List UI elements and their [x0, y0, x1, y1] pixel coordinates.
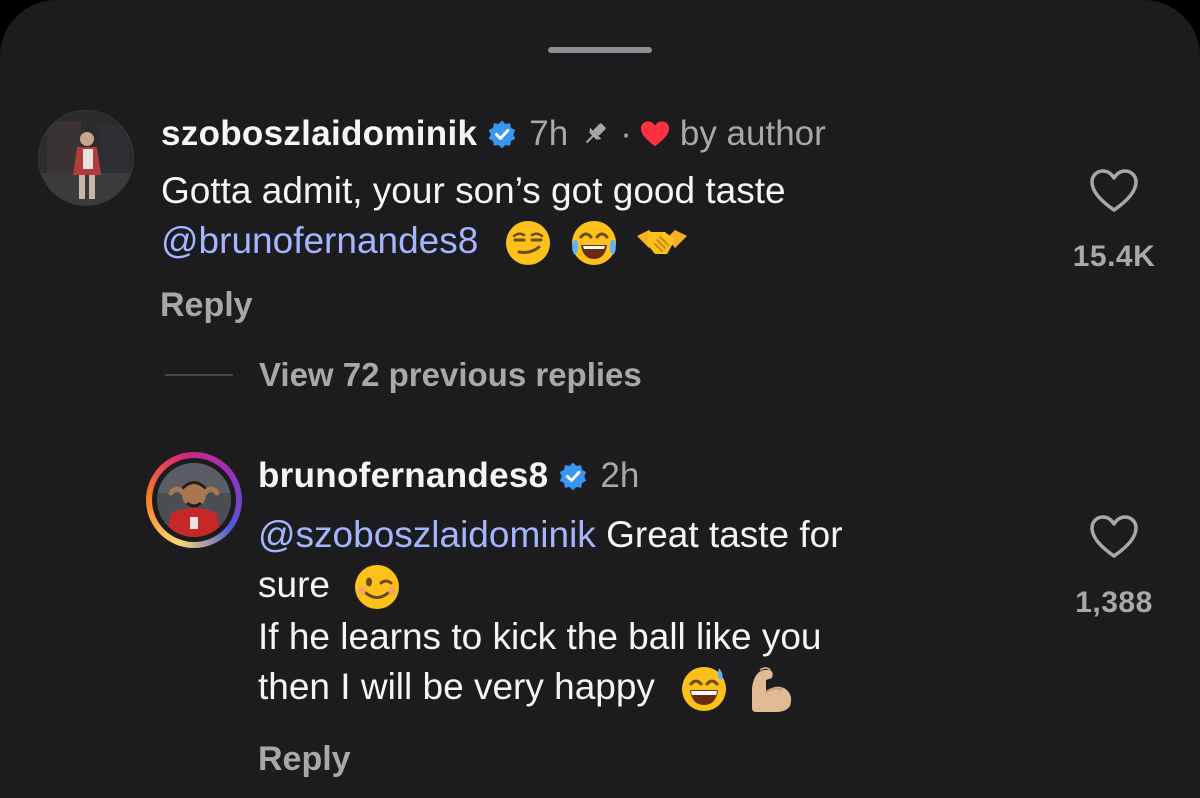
comment-text-line: @szoboszlaidominik Great taste for [258, 510, 843, 560]
comment-text-line: Gotta admit, your son’s got good taste [161, 170, 786, 211]
avatar-photo-frame [157, 463, 231, 537]
grinning-face-with-sweat-emoji-icon [682, 667, 727, 712]
comment-text: @szoboszlaidominik Great taste for sure … [258, 510, 843, 714]
view-previous-replies-button[interactable]: View 72 previous replies [165, 356, 642, 394]
comment-text-fragment: sure [258, 564, 330, 605]
comment-time: 7h [529, 114, 569, 153]
avatar-photo [39, 111, 133, 205]
comment-text-line-2: @brunofernandes8 [161, 216, 786, 268]
comment-username[interactable]: szoboszlaidominik [161, 112, 477, 156]
comment-time: 2h [600, 456, 640, 495]
heart-outline-icon[interactable] [1089, 514, 1139, 560]
comment-header: brunofernandes8 2h [258, 454, 639, 498]
comment-text-line: sure [258, 560, 843, 612]
winking-face-emoji-icon [355, 565, 400, 610]
comments-sheet: szoboszlaidominik 7h · by author Gotta a… [0, 0, 1200, 798]
handshake-emoji-icon [637, 230, 688, 255]
reply-button[interactable]: Reply [258, 740, 351, 779]
comment-text-fragment: Great taste for [606, 514, 843, 555]
avatar[interactable] [152, 458, 236, 542]
like-count: 15.4K [1072, 240, 1156, 273]
verified-badge-icon [560, 462, 587, 491]
separator-dot: · [620, 114, 632, 153]
comment-text-fragment: then I will be very happy [258, 666, 655, 708]
comment-header: szoboszlaidominik 7h · by author [161, 112, 826, 156]
verified-badge-icon [489, 120, 516, 149]
sheet-grabber-handle[interactable] [548, 47, 652, 53]
pin-icon [586, 123, 606, 144]
comment-text-line: If he learns to kick the ball like you [258, 616, 822, 658]
comment-text: Gotta admit, your son’s got good taste @… [161, 166, 786, 268]
mention-link[interactable]: @szoboszlaidominik [258, 514, 596, 555]
avatar-photo [157, 463, 231, 537]
heart-outline-icon[interactable] [1089, 168, 1139, 214]
view-replies-label: View 72 previous replies [259, 356, 642, 393]
face-with-tears-of-joy-emoji-icon [571, 221, 616, 266]
comment-username[interactable]: brunofernandes8 [258, 454, 548, 498]
like-section: 1,388 [1059, 514, 1169, 620]
reply-button[interactable]: Reply [160, 286, 253, 325]
flexed-biceps-emoji-icon [751, 667, 791, 713]
like-section: 15.4K [1059, 168, 1169, 274]
avatar[interactable] [38, 110, 134, 206]
replies-divider-line [165, 374, 233, 376]
heart-filled-icon [640, 121, 669, 147]
smirking-face-emoji-icon [505, 221, 550, 266]
liked-by-author-label: by author [679, 114, 826, 153]
like-count: 1,388 [1075, 586, 1153, 619]
mention-link[interactable]: @brunofernandes8 [161, 220, 478, 261]
comment-text-line: then I will be very happy [258, 662, 843, 714]
